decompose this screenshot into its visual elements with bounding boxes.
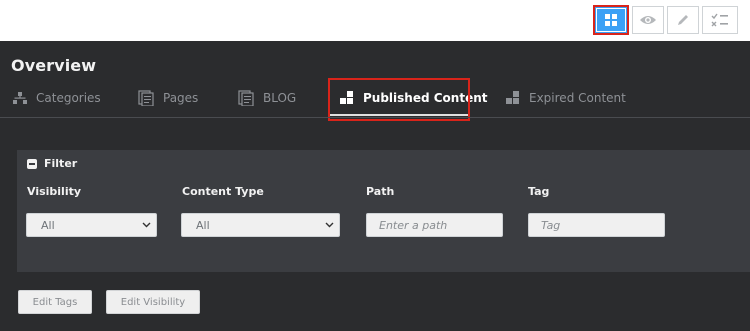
grid-view-button[interactable]	[593, 5, 629, 35]
blocks-icon	[506, 91, 519, 104]
edit-button[interactable]	[667, 6, 699, 34]
page-title: Overview	[11, 56, 97, 75]
pages-icon	[138, 90, 154, 106]
visibility-select[interactable]: All	[26, 213, 157, 237]
tag-placeholder: Tag	[541, 218, 561, 232]
pages-icon	[238, 90, 254, 106]
tab-blog[interactable]: BLOG	[238, 88, 296, 108]
tab-label: Pages	[163, 91, 199, 105]
filter-panel	[17, 150, 750, 272]
hierarchy-icon	[13, 92, 27, 104]
tabs-divider	[0, 117, 750, 118]
tab-expired-content[interactable]: Expired Content	[506, 88, 626, 108]
tab-label: Expired Content	[529, 91, 626, 105]
eye-icon	[640, 16, 656, 24]
path-placeholder: Enter a path	[379, 218, 448, 232]
tab-label: Categories	[36, 91, 101, 105]
grid-icon	[605, 14, 617, 26]
content-type-label: Content Type	[182, 185, 264, 198]
visibility-label: Visibility	[27, 185, 82, 198]
preview-button[interactable]	[632, 6, 664, 34]
collapse-icon	[27, 158, 37, 169]
tab-pages[interactable]: Pages	[138, 88, 198, 108]
path-input[interactable]: Enter a path	[366, 213, 503, 237]
tag-input[interactable]: Tag	[528, 213, 665, 237]
tag-label: Tag	[528, 185, 550, 198]
filter-title: Filter	[44, 157, 78, 170]
active-tab-highlight	[328, 78, 470, 121]
chevron-down-icon	[325, 222, 334, 228]
path-label: Path	[366, 185, 395, 198]
filter-toggle[interactable]: Filter	[27, 157, 77, 170]
pencil-icon	[678, 15, 688, 25]
visibility-value: All	[41, 218, 55, 232]
content-type-select[interactable]: All	[181, 213, 340, 237]
chevron-down-icon	[142, 222, 151, 228]
tab-label: BLOG	[263, 91, 297, 105]
tab-categories[interactable]: Categories	[13, 88, 101, 108]
checklist-icon	[711, 13, 728, 27]
top-toolbar	[0, 0, 750, 41]
edit-visibility-button[interactable]: Edit Visibility	[106, 290, 200, 314]
content-type-value: All	[196, 218, 210, 232]
checklist-button[interactable]	[702, 6, 738, 34]
edit-tags-button[interactable]: Edit Tags	[18, 290, 92, 314]
